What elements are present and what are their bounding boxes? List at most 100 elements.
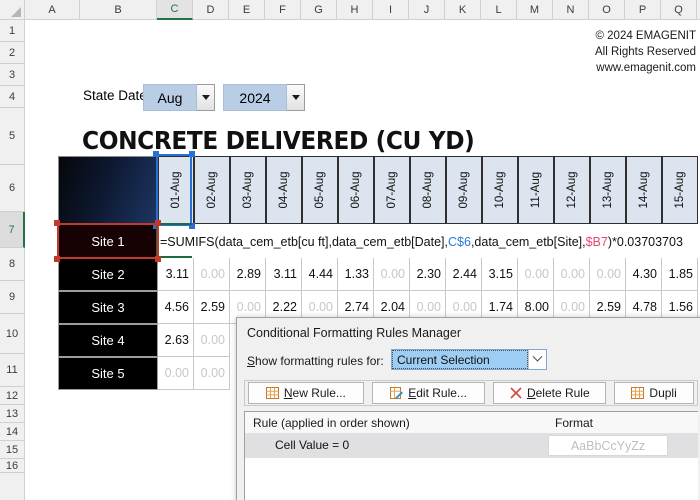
year-dropdown[interactable]: 2024 (223, 84, 305, 111)
data-cell[interactable]: 0.00 (194, 258, 230, 291)
site-label-cell[interactable]: Site 4 (58, 324, 158, 357)
data-cell[interactable]: 2.59 (194, 291, 230, 324)
row-header-8[interactable]: 8 (0, 248, 24, 281)
data-cell[interactable]: 3.15 (482, 258, 518, 291)
rights-line: All Rights Reserved (595, 46, 696, 58)
column-header-k[interactable]: K (445, 0, 481, 19)
data-cell[interactable]: 3.11 (266, 258, 302, 291)
data-cell[interactable]: 4.30 (626, 258, 662, 291)
date-header-cell[interactable]: 14-Aug (626, 156, 662, 224)
data-cell[interactable]: 1.33 (338, 258, 374, 291)
active-cell-formula[interactable]: =SUMIFS(data_cem_etb[cu ft],data_cem_etb… (158, 225, 700, 258)
data-cell[interactable]: 0.00 (194, 324, 230, 357)
year-dropdown-arrow[interactable] (287, 84, 305, 111)
row-header-10[interactable]: 10 (0, 314, 24, 354)
column-header-h[interactable]: H (337, 0, 373, 19)
site-label-cell[interactable]: Site 5 (58, 357, 158, 390)
data-cell[interactable]: 0.00 (518, 258, 554, 291)
date-header-cell[interactable]: 04-Aug (266, 156, 302, 224)
row-header-1[interactable]: 1 (0, 20, 24, 42)
chevron-down-icon (532, 351, 543, 362)
duplicate-rule-button[interactable]: Dupli (614, 382, 694, 404)
date-header-label: 01-Aug (170, 171, 182, 209)
data-cell[interactable]: 4.56 (158, 291, 194, 324)
edit-rule-button[interactable]: Edit Rule... (371, 382, 486, 404)
month-dropdown[interactable]: Aug (143, 84, 215, 111)
row-header-14[interactable]: 14 (0, 423, 24, 441)
date-header-cell[interactable]: 15-Aug (662, 156, 698, 224)
column-header-i[interactable]: I (373, 0, 409, 19)
row-header-5[interactable]: 5 (0, 108, 24, 165)
column-header-e[interactable]: E (229, 0, 265, 19)
date-header-cell[interactable]: 01-Aug (158, 156, 194, 224)
row-header-16[interactable]: 16 (0, 459, 24, 473)
format-preview[interactable]: AaBbCcYyZz (548, 435, 668, 456)
column-header-q[interactable]: Q (661, 0, 697, 19)
delete-rule-button[interactable]: Delete Rule (493, 382, 607, 404)
row-header-4[interactable]: 4 (0, 86, 24, 108)
column-header-j[interactable]: J (409, 0, 445, 19)
row-header-9[interactable]: 9 (0, 281, 24, 314)
row-header-7[interactable]: 7 (0, 212, 25, 248)
date-header-label: 05-Aug (314, 171, 326, 209)
data-cell[interactable]: 0.00 (554, 258, 590, 291)
new-rule-button[interactable]: New Rule... (248, 382, 364, 404)
conditional-formatting-dialog[interactable]: Conditional Formatting Rules Manager Sho… (236, 317, 700, 500)
site-label-cell[interactable]: Site 1 (58, 225, 158, 258)
data-cell[interactable]: 0.00 (158, 357, 194, 390)
data-cell[interactable]: 4.44 (302, 258, 338, 291)
select-all-corner[interactable] (0, 0, 25, 20)
date-header-cell[interactable]: 11-Aug (518, 156, 554, 224)
row-header-2[interactable]: 2 (0, 42, 24, 64)
date-header-cell[interactable]: 08-Aug (410, 156, 446, 224)
row-header-6[interactable]: 6 (0, 165, 24, 212)
column-header-g[interactable]: G (301, 0, 337, 19)
row-header-13[interactable]: 13 (0, 405, 24, 423)
column-header-p[interactable]: P (625, 0, 661, 19)
ref-handle-tl (153, 151, 159, 157)
excel-window: ABCDEFGHIJKLMNOPQ 1 2 3 4 5 6 7 8 9 10 11 12 13 14 15 1… (0, 0, 700, 500)
date-header-cell[interactable]: 02-Aug (194, 156, 230, 224)
rules-list-body[interactable]: Cell Value = 0 AaBbCcYyZz (244, 433, 698, 500)
column-header-a[interactable]: A (25, 0, 80, 19)
row-header-11[interactable]: 11 (0, 354, 24, 387)
row-header-12[interactable]: 12 (0, 387, 24, 405)
date-header-cell[interactable]: 06-Aug (338, 156, 374, 224)
date-header-cell[interactable]: 05-Aug (302, 156, 338, 224)
date-header-cell[interactable]: 09-Aug (446, 156, 482, 224)
column-header-n[interactable]: N (553, 0, 589, 19)
data-cell[interactable]: 0.00 (194, 357, 230, 390)
scope-dropdown[interactable]: Current Selection (391, 349, 547, 370)
site-label-cell[interactable]: Site 3 (58, 291, 158, 324)
data-cell[interactable]: 0.00 (374, 258, 410, 291)
column-header-o[interactable]: O (589, 0, 625, 19)
row-header-3[interactable]: 3 (0, 64, 24, 86)
data-cell[interactable]: 0.00 (590, 258, 626, 291)
column-header-d[interactable]: D (193, 0, 229, 19)
column-header-c[interactable]: C (157, 0, 193, 20)
date-header-cell[interactable]: 03-Aug (230, 156, 266, 224)
column-header-b[interactable]: B (80, 0, 157, 19)
data-cell[interactable]: 2.89 (230, 258, 266, 291)
date-header-cell[interactable]: 13-Aug (590, 156, 626, 224)
date-header-cell[interactable]: 07-Aug (374, 156, 410, 224)
scope-dropdown-arrow[interactable] (528, 350, 546, 369)
date-header-label: 06-Aug (350, 171, 362, 209)
edit-rule-label: Edit Rule... (408, 386, 467, 400)
date-header-cell[interactable]: 12-Aug (554, 156, 590, 224)
rules-list-header: Rule (applied in order shown) Format (244, 411, 698, 433)
column-header-l[interactable]: L (481, 0, 517, 19)
date-header-cell[interactable]: 10-Aug (482, 156, 518, 224)
site-label-cell[interactable]: Site 2 (58, 258, 158, 291)
data-cell[interactable]: 2.63 (158, 324, 194, 357)
month-dropdown-arrow[interactable] (197, 84, 215, 111)
column-header-f[interactable]: F (265, 0, 301, 19)
website-line: www.emagenit.com (596, 62, 696, 74)
data-cell[interactable]: 2.30 (410, 258, 446, 291)
data-cell[interactable]: 3.11 (158, 258, 194, 291)
data-cell[interactable]: 1.85 (662, 258, 698, 291)
data-cell[interactable]: 2.44 (446, 258, 482, 291)
row-header-15[interactable]: 15 (0, 441, 24, 459)
column-header-m[interactable]: M (517, 0, 553, 19)
table-row[interactable]: Cell Value = 0 AaBbCcYyZz (245, 433, 698, 458)
